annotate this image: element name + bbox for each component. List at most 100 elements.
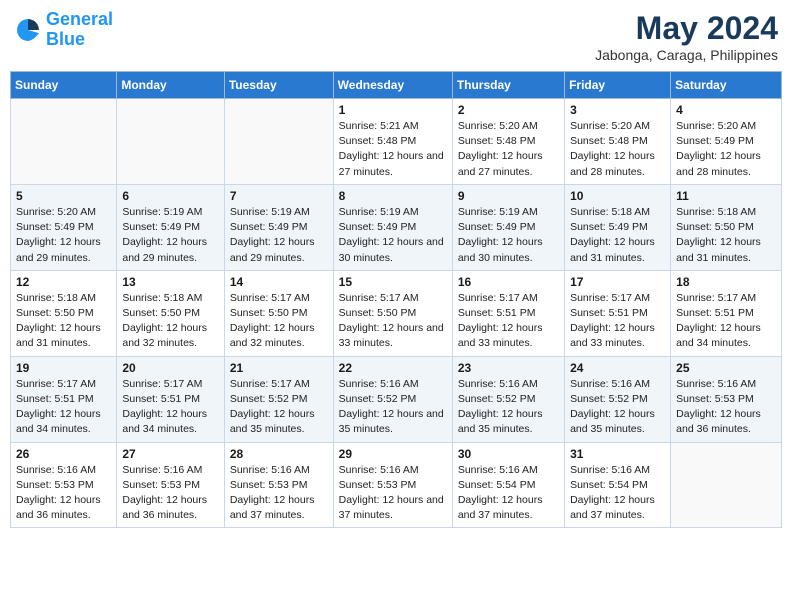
weekday-header: Thursday bbox=[452, 72, 564, 99]
day-number: 8 bbox=[339, 189, 447, 203]
calendar-cell: 22 Sunrise: 5:16 AM Sunset: 5:52 PM Dayli… bbox=[333, 356, 452, 442]
calendar-cell bbox=[117, 99, 224, 185]
day-info: Sunrise: 5:17 AM Sunset: 5:52 PM Dayligh… bbox=[230, 377, 328, 438]
day-number: 27 bbox=[122, 447, 218, 461]
day-info: Sunrise: 5:17 AM Sunset: 5:51 PM Dayligh… bbox=[122, 377, 218, 438]
calendar-cell: 6 Sunrise: 5:19 AM Sunset: 5:49 PM Daylig… bbox=[117, 184, 224, 270]
day-info: Sunrise: 5:20 AM Sunset: 5:49 PM Dayligh… bbox=[16, 205, 111, 266]
weekday-header: Friday bbox=[565, 72, 671, 99]
calendar-cell: 29Sunrise: 5:16 AM Sunset: 5:53 PM Dayli… bbox=[333, 442, 452, 528]
calendar-cell: 3 Sunrise: 5:20 AM Sunset: 5:48 PM Daylig… bbox=[565, 99, 671, 185]
calendar-cell: 28 Sunrise: 5:16 AM Sunset: 5:53 PM Dayli… bbox=[224, 442, 333, 528]
day-number: 12 bbox=[16, 275, 111, 289]
day-number: 10 bbox=[570, 189, 665, 203]
logo-icon bbox=[14, 16, 42, 44]
calendar-cell: 1 Sunrise: 5:21 AM Sunset: 5:48 PM Daylig… bbox=[333, 99, 452, 185]
calendar-cell: 30Sunrise: 5:16 AM Sunset: 5:54 PM Dayli… bbox=[452, 442, 564, 528]
weekday-header: Tuesday bbox=[224, 72, 333, 99]
day-info: Sunrise: 5:17 AM Sunset: 5:50 PM Dayligh… bbox=[230, 291, 328, 352]
day-number: 23 bbox=[458, 361, 559, 375]
day-info: Sunrise: 5:20 AM Sunset: 5:48 PM Dayligh… bbox=[458, 119, 559, 180]
day-info: Sunrise: 5:16 AM Sunset: 5:53 PM Dayligh… bbox=[16, 463, 111, 524]
calendar-week-row: 26 Sunrise: 5:16 AM Sunset: 5:53 PM Dayli… bbox=[11, 442, 782, 528]
day-number: 31 bbox=[570, 447, 665, 461]
day-info: Sunrise: 5:18 AM Sunset: 5:50 PM Dayligh… bbox=[676, 205, 776, 266]
calendar-cell: 11 Sunrise: 5:18 AM Sunset: 5:50 PM Dayli… bbox=[671, 184, 782, 270]
calendar-week-row: 12 Sunrise: 5:18 AM Sunset: 5:50 PM Dayli… bbox=[11, 270, 782, 356]
calendar-cell: 7Sunrise: 5:19 AM Sunset: 5:49 PM Daylig… bbox=[224, 184, 333, 270]
calendar-cell bbox=[671, 442, 782, 528]
weekday-header-row: SundayMondayTuesdayWednesdayThursdayFrid… bbox=[11, 72, 782, 99]
day-info: Sunrise: 5:16 AM Sunset: 5:52 PM Dayligh… bbox=[570, 377, 665, 438]
day-number: 16 bbox=[458, 275, 559, 289]
calendar-cell: 10 Sunrise: 5:18 AM Sunset: 5:49 PM Dayli… bbox=[565, 184, 671, 270]
calendar-cell: 24 Sunrise: 5:16 AM Sunset: 5:52 PM Dayli… bbox=[565, 356, 671, 442]
day-number: 19 bbox=[16, 361, 111, 375]
day-number: 30 bbox=[458, 447, 559, 461]
day-number: 24 bbox=[570, 361, 665, 375]
day-number: 28 bbox=[230, 447, 328, 461]
day-number: 15 bbox=[339, 275, 447, 289]
calendar-cell: 13 Sunrise: 5:18 AM Sunset: 5:50 PM Dayli… bbox=[117, 270, 224, 356]
day-info: Sunrise: 5:20 AM Sunset: 5:49 PM Dayligh… bbox=[676, 119, 776, 180]
day-info: Sunrise: 5:17 AM Sunset: 5:50 PM Dayligh… bbox=[339, 291, 447, 352]
weekday-header: Monday bbox=[117, 72, 224, 99]
calendar-week-row: 1 Sunrise: 5:21 AM Sunset: 5:48 PM Daylig… bbox=[11, 99, 782, 185]
day-info: Sunrise: 5:16 AM Sunset: 5:52 PM Dayligh… bbox=[458, 377, 559, 438]
logo-blue: Blue bbox=[46, 29, 85, 49]
day-info: Sunrise: 5:16 AM Sunset: 5:53 PM Dayligh… bbox=[122, 463, 218, 524]
day-number: 2 bbox=[458, 103, 559, 117]
calendar-cell: 19 Sunrise: 5:17 AM Sunset: 5:51 PM Dayli… bbox=[11, 356, 117, 442]
calendar-cell bbox=[224, 99, 333, 185]
subtitle: Jabonga, Caraga, Philippines bbox=[595, 47, 778, 63]
logo-general: General bbox=[46, 9, 113, 29]
weekday-header: Wednesday bbox=[333, 72, 452, 99]
weekday-header: Sunday bbox=[11, 72, 117, 99]
calendar-cell: 4 Sunrise: 5:20 AM Sunset: 5:49 PM Daylig… bbox=[671, 99, 782, 185]
day-info: Sunrise: 5:19 AM Sunset: 5:49 PM Dayligh… bbox=[122, 205, 218, 266]
day-info: Sunrise: 5:16 AM Sunset: 5:53 PM Dayligh… bbox=[676, 377, 776, 438]
title-block: May 2024 Jabonga, Caraga, Philippines bbox=[595, 10, 778, 63]
day-info: Sunrise: 5:18 AM Sunset: 5:49 PM Dayligh… bbox=[570, 205, 665, 266]
day-number: 22 bbox=[339, 361, 447, 375]
day-number: 1 bbox=[339, 103, 447, 117]
day-info: Sunrise: 5:18 AM Sunset: 5:50 PM Dayligh… bbox=[16, 291, 111, 352]
calendar-cell: 20Sunrise: 5:17 AM Sunset: 5:51 PM Dayli… bbox=[117, 356, 224, 442]
day-number: 9 bbox=[458, 189, 559, 203]
day-info: Sunrise: 5:21 AM Sunset: 5:48 PM Dayligh… bbox=[339, 119, 447, 180]
day-number: 14 bbox=[230, 275, 328, 289]
weekday-header: Saturday bbox=[671, 72, 782, 99]
day-info: Sunrise: 5:16 AM Sunset: 5:54 PM Dayligh… bbox=[570, 463, 665, 524]
calendar-cell: 27 Sunrise: 5:16 AM Sunset: 5:53 PM Dayli… bbox=[117, 442, 224, 528]
day-number: 26 bbox=[16, 447, 111, 461]
calendar-week-row: 5 Sunrise: 5:20 AM Sunset: 5:49 PM Daylig… bbox=[11, 184, 782, 270]
day-number: 13 bbox=[122, 275, 218, 289]
day-number: 17 bbox=[570, 275, 665, 289]
day-info: Sunrise: 5:17 AM Sunset: 5:51 PM Dayligh… bbox=[16, 377, 111, 438]
day-number: 4 bbox=[676, 103, 776, 117]
day-number: 18 bbox=[676, 275, 776, 289]
calendar-cell: 5 Sunrise: 5:20 AM Sunset: 5:49 PM Daylig… bbox=[11, 184, 117, 270]
page-header: General Blue May 2024 Jabonga, Caraga, P… bbox=[10, 10, 782, 63]
day-number: 11 bbox=[676, 189, 776, 203]
calendar-cell: 31 Sunrise: 5:16 AM Sunset: 5:54 PM Dayli… bbox=[565, 442, 671, 528]
calendar-cell: 12 Sunrise: 5:18 AM Sunset: 5:50 PM Dayli… bbox=[11, 270, 117, 356]
day-info: Sunrise: 5:19 AM Sunset: 5:49 PM Dayligh… bbox=[339, 205, 447, 266]
calendar-cell: 23 Sunrise: 5:16 AM Sunset: 5:52 PM Dayli… bbox=[452, 356, 564, 442]
logo-text: General Blue bbox=[46, 10, 113, 50]
main-title: May 2024 bbox=[595, 10, 778, 47]
day-number: 3 bbox=[570, 103, 665, 117]
day-info: Sunrise: 5:18 AM Sunset: 5:50 PM Dayligh… bbox=[122, 291, 218, 352]
day-info: Sunrise: 5:17 AM Sunset: 5:51 PM Dayligh… bbox=[676, 291, 776, 352]
calendar-cell: 8 Sunrise: 5:19 AM Sunset: 5:49 PM Daylig… bbox=[333, 184, 452, 270]
day-info: Sunrise: 5:19 AM Sunset: 5:49 PM Dayligh… bbox=[230, 205, 328, 266]
calendar-cell: 9Sunrise: 5:19 AM Sunset: 5:49 PM Daylig… bbox=[452, 184, 564, 270]
day-number: 5 bbox=[16, 189, 111, 203]
day-number: 6 bbox=[122, 189, 218, 203]
day-info: Sunrise: 5:20 AM Sunset: 5:48 PM Dayligh… bbox=[570, 119, 665, 180]
day-info: Sunrise: 5:16 AM Sunset: 5:53 PM Dayligh… bbox=[230, 463, 328, 524]
calendar-cell: 17Sunrise: 5:17 AM Sunset: 5:51 PM Dayli… bbox=[565, 270, 671, 356]
day-info: Sunrise: 5:16 AM Sunset: 5:52 PM Dayligh… bbox=[339, 377, 447, 438]
logo: General Blue bbox=[14, 10, 113, 50]
calendar-cell bbox=[11, 99, 117, 185]
